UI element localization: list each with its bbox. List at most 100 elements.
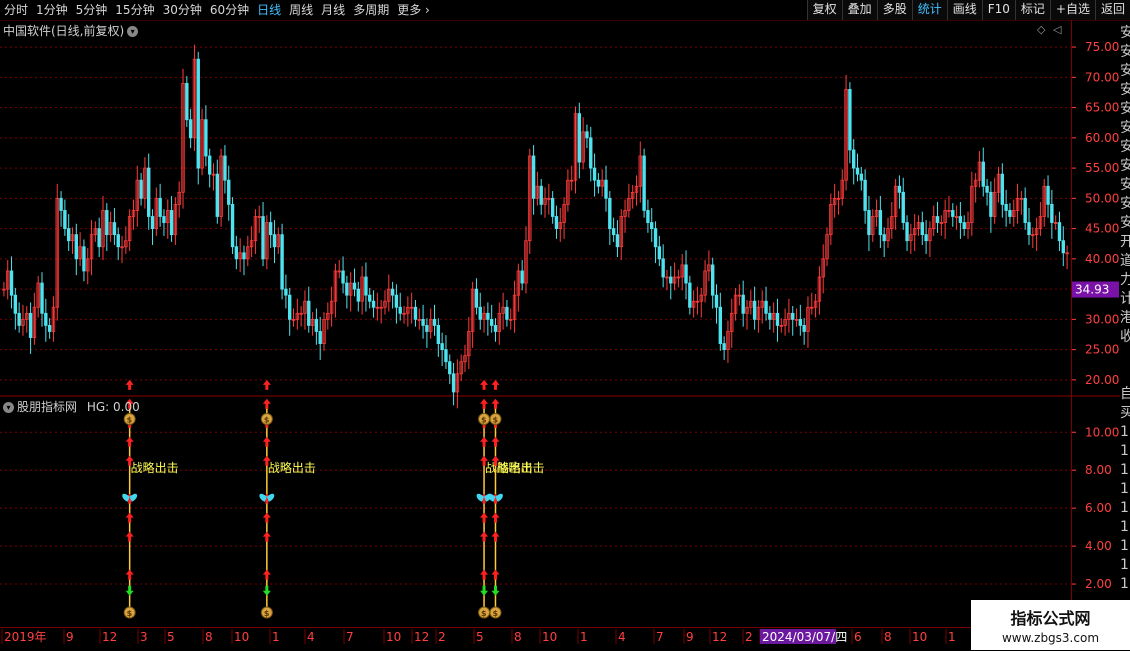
tool-button-6[interactable]: 标记 [1014, 0, 1050, 20]
price-chart[interactable]: 20.00 25.00 30.00 35.00 40.00 45.00 50.00 55.00… [0, 0, 1130, 650]
tool-button-1[interactable]: 叠加 [841, 0, 877, 20]
candle-body [398, 306, 402, 314]
candle-body [326, 312, 330, 320]
right-list-item[interactable]: 安 [1120, 138, 1130, 157]
right-list-item[interactable]: 安 [1120, 176, 1130, 195]
candle-body [1008, 210, 1012, 217]
right-list-item[interactable]: 力 [1120, 271, 1130, 290]
right-list-item[interactable]: 1 [1120, 556, 1130, 575]
up-arrow-icon [262, 512, 271, 523]
right-list-item[interactable]: 1 [1120, 423, 1130, 442]
candle-body [28, 312, 33, 338]
right-list-item[interactable] [1120, 347, 1130, 366]
candle-body [566, 179, 570, 205]
right-list-item[interactable]: 安 [1120, 214, 1130, 233]
right-list-item[interactable]: 安 [1120, 195, 1130, 214]
right-list-item[interactable]: 1 [1120, 537, 1130, 556]
candle-body [63, 210, 67, 230]
money-bag-symbol: $ [127, 609, 133, 618]
signal-label: 战略出击 [496, 460, 544, 475]
money-bag-icon [260, 606, 273, 619]
tool-button-3[interactable]: 统计 [911, 0, 947, 20]
down-arrow-icon [480, 585, 489, 596]
tab-7[interactable]: 周线 [285, 0, 317, 20]
right-list-item[interactable]: 1 [1120, 518, 1130, 537]
candle-body [1027, 222, 1031, 236]
money-bag-symbol: $ [264, 415, 270, 424]
candle-body [352, 282, 357, 290]
candle-body [375, 306, 380, 309]
candle-body [707, 264, 711, 272]
tab-6[interactable]: 日线 [253, 0, 285, 20]
down-arrow-icon [125, 585, 134, 596]
tab-3[interactable]: 15分钟 [111, 0, 158, 20]
tab-5[interactable]: 60分钟 [206, 0, 253, 20]
right-list-item[interactable]: 安 [1120, 100, 1130, 119]
up-arrow-icon [262, 417, 271, 428]
tab-4[interactable]: 30分钟 [159, 0, 206, 20]
tab-8[interactable]: 月线 [317, 0, 349, 20]
right-list-item[interactable]: 道 [1120, 252, 1130, 271]
tool-button-0[interactable]: 复权 [806, 0, 842, 20]
candle-body [817, 276, 822, 302]
tab-1[interactable]: 1分钟 [32, 0, 72, 20]
right-list-item[interactable]: 1 [1120, 499, 1130, 518]
right-list-item[interactable]: 港 [1120, 309, 1130, 328]
tool-button-2[interactable]: 多股 [876, 0, 912, 20]
right-list-item[interactable]: 收 [1120, 328, 1130, 347]
candle-body [249, 240, 254, 248]
candle-body [371, 300, 376, 308]
right-list-item[interactable]: 开 [1120, 233, 1130, 252]
candle-body [577, 113, 582, 163]
candle-body [878, 210, 883, 236]
candle-body [394, 294, 399, 308]
candle-body [1038, 216, 1043, 230]
candle-body [295, 312, 300, 320]
tool-button-5[interactable]: F10 [981, 0, 1015, 20]
candle-body [554, 216, 559, 230]
candle-body [604, 179, 608, 199]
candle-body [890, 216, 894, 230]
candle-body [421, 318, 425, 326]
tab-9[interactable]: 多周期 [349, 0, 393, 20]
candle-body [951, 210, 955, 217]
candle-body [368, 294, 372, 302]
right-list-item[interactable]: 安 [1120, 43, 1130, 62]
tab-0[interactable]: 分时 [0, 0, 32, 20]
tab-2[interactable]: 5分钟 [72, 0, 112, 20]
indicator-name: 股朋指标网 [17, 400, 78, 414]
candle-body [13, 294, 18, 314]
right-list-item[interactable]: 安 [1120, 24, 1130, 43]
up-arrow-icon [262, 398, 271, 409]
candle-body [383, 300, 387, 308]
right-list-item[interactable]: 1 [1120, 480, 1130, 499]
right-list-item[interactable]: 计 [1120, 290, 1130, 309]
candle-body [36, 282, 40, 308]
candle-body [1015, 197, 1020, 211]
right-list-item[interactable]: 安 [1120, 157, 1130, 176]
candle-body [550, 197, 555, 217]
chevron-down-icon[interactable]: ▾ [127, 26, 139, 37]
right-list-item[interactable]: 自 [1120, 385, 1130, 404]
right-list-item[interactable]: 买 [1120, 404, 1130, 423]
right-list-item[interactable]: 1 [1120, 461, 1130, 480]
chevron-down-icon[interactable]: ▾ [3, 402, 14, 413]
right-list-item[interactable]: 1 [1120, 442, 1130, 461]
right-list-item[interactable] [1120, 366, 1130, 385]
candle-body [912, 228, 917, 236]
right-list-item[interactable]: 安 [1120, 119, 1130, 138]
right-list-item[interactable]: 1 [1120, 575, 1130, 594]
candle-body [520, 270, 524, 284]
candle-body [501, 306, 505, 314]
tool-button-8[interactable]: 返回 [1094, 0, 1130, 20]
tab-10[interactable]: 更多 › [393, 0, 434, 20]
right-list-item[interactable]: 安 [1120, 81, 1130, 100]
candle-body [406, 306, 410, 314]
tool-button-4[interactable]: 画线 [946, 0, 982, 20]
candle-body [360, 276, 364, 302]
y-tick-label: 25.00 [1085, 343, 1119, 357]
tool-button-7[interactable]: +自选 [1049, 0, 1095, 20]
right-list-item[interactable]: 安 [1120, 62, 1130, 81]
candle-body [390, 288, 395, 296]
candle-body [771, 312, 776, 320]
